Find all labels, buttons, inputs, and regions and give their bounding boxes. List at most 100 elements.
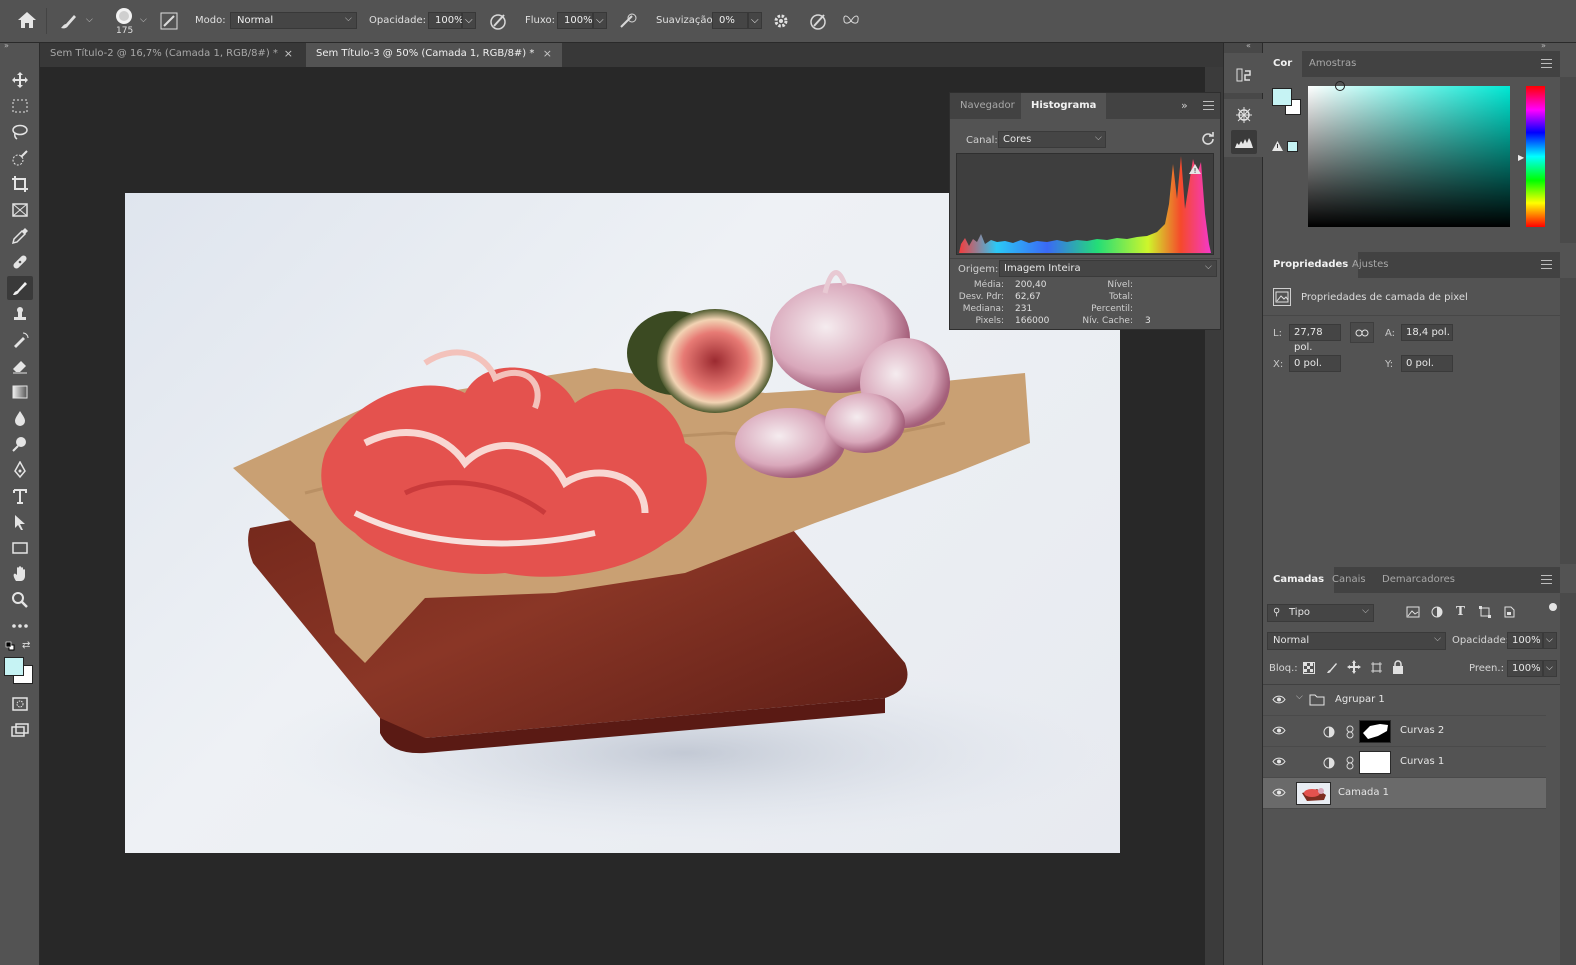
layer-row-curves[interactable]: Curvas 1 [1263,747,1546,778]
foreground-color-swatch[interactable] [1272,88,1292,106]
panel-expand-icon[interactable]: » [1181,99,1188,112]
history-panel-icon[interactable] [1231,63,1257,87]
pressure-opacity-icon[interactable] [488,12,508,33]
tab-swatches[interactable]: Amostras [1299,51,1366,77]
layer-thumbnail[interactable] [1296,782,1331,805]
brush-settings-panel-icon[interactable] [160,12,178,33]
tab-paths[interactable]: Demarcadores [1372,567,1465,593]
mode-select[interactable]: Normal [230,12,357,29]
rectangle-tool-icon[interactable] [7,536,33,560]
eye-icon[interactable] [1272,788,1286,800]
frame-tool-icon[interactable] [7,198,33,222]
zoom-tool-icon[interactable] [7,588,33,612]
layer-row-group[interactable]: ⌵ Agrupar 1 [1263,685,1546,716]
navigator-panel-icon[interactable] [1231,103,1257,127]
layer-mask-thumbnail[interactable] [1359,720,1391,743]
tab-color[interactable]: Cor [1263,51,1303,77]
crop-tool-icon[interactable] [7,172,33,196]
symmetry-butterfly-icon[interactable] [841,12,861,33]
layer-mask-thumbnail[interactable] [1359,751,1391,774]
collapse-icon[interactable]: » [1541,41,1546,50]
filter-smart-object-icon[interactable] [1503,606,1515,621]
height-field[interactable]: 18,4 pol. [1401,324,1453,341]
flow-dropdown[interactable]: ⌵ [593,12,607,29]
tab-channels[interactable]: Canais [1322,567,1376,593]
hue-slider-handle[interactable]: ▶ [1518,153,1524,162]
layer-row-pixel[interactable]: Camada 1 [1263,778,1546,809]
filter-type-icon[interactable]: T [1456,604,1465,618]
pressure-size-icon[interactable] [808,12,828,33]
swap-colors-icon[interactable]: ⇄ [22,640,30,651]
gamut-color-swatch[interactable] [1287,141,1298,152]
collapse-icon[interactable]: « [1246,41,1251,50]
x-field[interactable]: 0 pol. [1289,355,1341,372]
fill-dropdown[interactable]: ⌵ [1543,660,1557,677]
lock-position-icon[interactable] [1347,660,1361,677]
layer-row-curves[interactable]: Curvas 2 [1263,716,1546,747]
filter-adjustment-icon[interactable] [1431,606,1443,621]
opacity-field[interactable]: 100% [428,12,464,29]
close-icon[interactable]: × [284,43,293,65]
history-brush-tool-icon[interactable] [7,328,33,352]
smoothing-field[interactable]: 0% [712,12,748,29]
lasso-tool-icon[interactable] [7,120,33,144]
quick-mask-icon[interactable] [7,692,33,716]
more-tools-icon[interactable] [7,614,33,638]
panel-menu-icon[interactable] [1203,101,1214,110]
chevron-down-icon[interactable]: ⌵ [140,15,147,25]
source-select[interactable]: Imagem Inteira [999,260,1217,277]
brush-tool-preset-icon[interactable] [58,12,80,33]
eye-icon[interactable] [1272,695,1286,707]
home-icon[interactable] [17,11,37,32]
tab-navigator[interactable]: Navegador [950,93,1025,119]
color-picker-cursor[interactable] [1335,81,1345,91]
quick-selection-tool-icon[interactable] [7,146,33,170]
foreground-color-swatch[interactable] [4,657,24,676]
filter-shape-icon[interactable] [1479,606,1491,621]
filter-pixel-icon[interactable] [1406,606,1420,621]
path-selection-tool-icon[interactable] [7,510,33,534]
collapse-icon[interactable]: » [4,41,9,50]
brush-tool-icon[interactable] [7,276,33,300]
eye-icon[interactable] [1272,757,1286,769]
eraser-tool-icon[interactable] [7,354,33,378]
chain-link-icon[interactable] [1346,725,1354,742]
layer-opacity-dropdown[interactable]: ⌵ [1543,632,1557,649]
healing-brush-tool-icon[interactable] [7,250,33,274]
layer-opacity-field[interactable]: 100% [1507,632,1543,649]
clone-stamp-tool-icon[interactable] [7,302,33,326]
hand-tool-icon[interactable] [7,562,33,586]
type-tool-icon[interactable] [7,484,33,508]
eyedropper-tool-icon[interactable] [7,224,33,248]
filter-toggle-switch[interactable] [1549,603,1557,611]
fill-field[interactable]: 100% [1507,660,1543,677]
out-of-gamut-warning-icon[interactable] [1272,141,1283,154]
marquee-tool-icon[interactable] [7,94,33,118]
opacity-dropdown[interactable]: ⌵ [462,12,476,29]
flow-field[interactable]: 100% [557,12,593,29]
default-colors-icon[interactable] [5,641,15,654]
histogram-panel-icon[interactable] [1231,130,1257,154]
chevron-down-icon[interactable]: ⌵ [1296,692,1303,702]
document-tab[interactable]: Sem Título-2 @ 16,7% (Camada 1, RGB/8#) … [40,43,303,67]
smoothing-dropdown[interactable]: ⌵ [748,12,762,29]
tab-adjustments[interactable]: Ajustes [1342,252,1398,278]
layer-filter-select[interactable]: ⚲ Tipo ⌵ [1267,604,1374,622]
blur-tool-icon[interactable] [7,406,33,430]
channel-select[interactable]: Cores [998,131,1106,148]
lock-transparent-pixels-icon[interactable] [1303,662,1315,677]
hue-slider[interactable] [1526,86,1545,227]
panel-menu-icon[interactable] [1541,575,1552,584]
pen-tool-icon[interactable] [7,458,33,482]
close-icon[interactable]: × [543,43,552,65]
link-icon[interactable] [1350,322,1374,343]
panel-menu-icon[interactable] [1541,59,1552,68]
tab-histogram[interactable]: Histograma [1021,93,1107,119]
airbrush-icon[interactable] [618,12,638,33]
width-field[interactable]: 27,78 pol. [1289,324,1341,353]
lock-artboard-icon[interactable] [1370,661,1383,677]
saturation-brightness-field[interactable] [1308,86,1510,227]
panel-menu-icon[interactable] [1541,260,1552,269]
lock-image-pixels-icon[interactable] [1325,661,1339,678]
document-tab-active[interactable]: Sem Título-3 @ 50% (Camada 1, RGB/8#) * … [306,43,562,67]
